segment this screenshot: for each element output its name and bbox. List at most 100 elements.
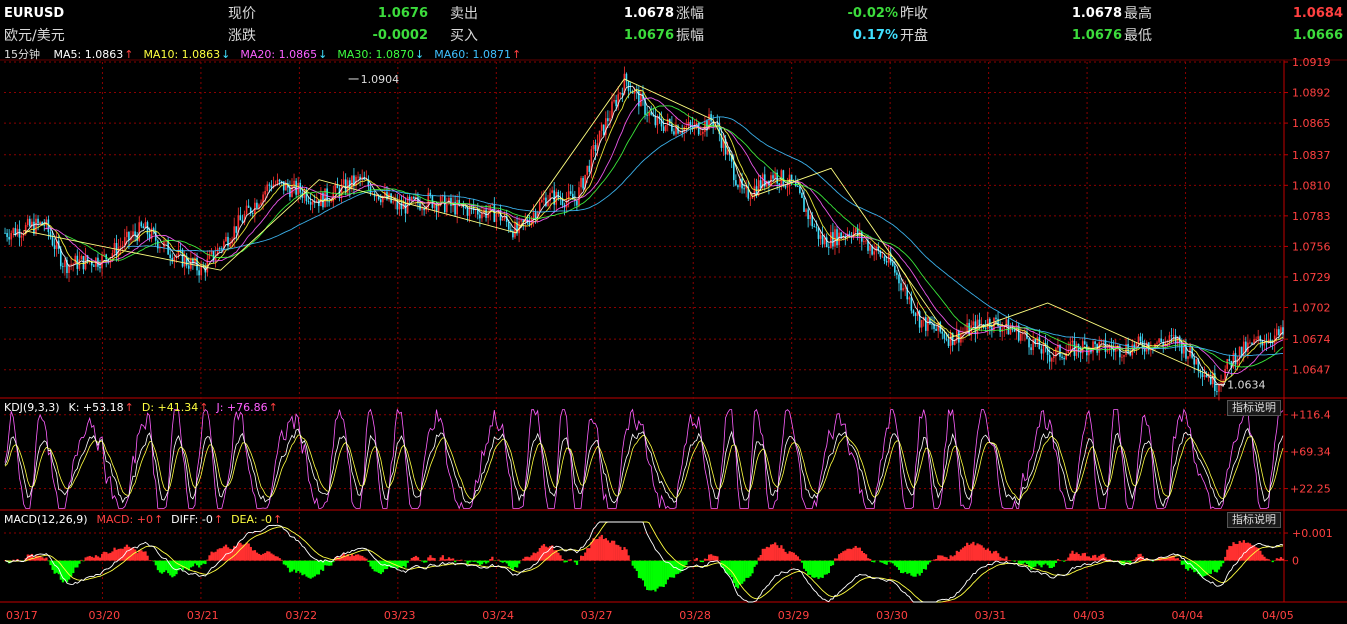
candle-body [569, 191, 572, 194]
macd-bar [274, 556, 277, 561]
candle-body [64, 260, 66, 268]
candle-body [320, 192, 322, 207]
candle-body [607, 118, 609, 122]
candle-body [1007, 319, 1010, 335]
candle-body [466, 207, 469, 216]
macd-bar [379, 560, 383, 575]
macd-legend: MACD(12,26,9) MACD: +0↑ DIFF: -0↑ DEA: -0↑ [4, 513, 290, 527]
macd-bar [365, 558, 368, 561]
macd-bar [994, 550, 998, 561]
macd-bar [935, 559, 938, 561]
macd-bar [272, 554, 275, 561]
macd-bar [687, 560, 690, 562]
macd-bar [1176, 558, 1179, 561]
kline-chart[interactable]: 1.0919 1.0892 1.0865 1.0837 1.0810 1.0783 1.07… [0, 0, 1347, 624]
candle-body [813, 226, 816, 228]
candle-body [142, 226, 145, 229]
macd-bar [268, 551, 271, 561]
macd-bar [656, 560, 659, 589]
macd-bar [1094, 554, 1097, 561]
macd-bar [644, 560, 647, 587]
candle-body [1063, 357, 1065, 360]
macd-bar [1263, 556, 1266, 561]
macd-help-button[interactable]: 指标说明 [1227, 512, 1281, 528]
macd-bar [600, 534, 603, 561]
macd-bar [738, 560, 742, 585]
candle-body [227, 236, 229, 247]
macd-bar [598, 536, 601, 561]
candle-body [1003, 327, 1006, 329]
candle-body [390, 193, 392, 203]
macd-bar [105, 552, 108, 561]
macd-bar [1236, 544, 1239, 561]
candle-body [1123, 354, 1125, 357]
kdj-help-button[interactable]: 指标说明 [1227, 400, 1281, 416]
candle-body [468, 205, 471, 216]
candle-body [1255, 339, 1257, 341]
candle-body [181, 249, 184, 267]
macd-bar [1056, 559, 1060, 561]
macd-bar [421, 560, 424, 562]
macd-bar [906, 560, 909, 574]
macd-bar [1044, 560, 1047, 564]
candle-body [8, 236, 10, 240]
candle-body [875, 246, 878, 252]
candle-body [307, 201, 310, 203]
macd-bar [266, 551, 269, 561]
arrow-up-icon: ↑ [153, 513, 164, 526]
macd-bar [1215, 560, 1219, 573]
macd-bar [1261, 554, 1264, 561]
macd-bar [778, 547, 781, 561]
macd-bar [584, 552, 587, 561]
macd-bar [590, 542, 593, 561]
macd-bar [685, 560, 688, 565]
candle-body [1168, 335, 1171, 341]
macd-bar [191, 560, 195, 567]
macd-bar [1077, 554, 1080, 561]
candle-body [615, 100, 617, 107]
macd-bar [976, 543, 979, 561]
macd-bar [499, 560, 502, 562]
candle-body [978, 319, 981, 325]
macd-bar [363, 557, 366, 561]
macd-bar [1234, 543, 1237, 561]
macd-bar [98, 557, 102, 561]
macd-bar [431, 557, 434, 561]
macd-bar [893, 560, 897, 566]
candle-body [6, 233, 8, 237]
candle-body [140, 222, 143, 227]
macd-bar [662, 560, 665, 588]
candle-body [809, 215, 811, 219]
macd-bar [672, 560, 676, 578]
macd-bar [957, 551, 961, 561]
macd-bar [301, 560, 304, 576]
candle-body [1265, 342, 1268, 344]
candle-body [819, 235, 822, 239]
macd-bar [786, 553, 789, 561]
candle-body [726, 150, 729, 155]
macd-bar [1180, 560, 1184, 565]
candle-body [1251, 342, 1253, 344]
macd-bar [1046, 560, 1049, 566]
candle-body [1240, 346, 1243, 356]
macd-bar [1098, 555, 1101, 561]
macd-bar [784, 551, 787, 561]
macd-bar [361, 555, 364, 561]
candle-body [673, 131, 675, 135]
candle-body [817, 227, 820, 239]
macd-bar [445, 559, 449, 561]
legend-text: D: +41.34 [141, 401, 199, 414]
candle-body [671, 123, 673, 132]
candle-body [896, 272, 898, 275]
macd-bar [212, 552, 215, 561]
candle-body [555, 191, 558, 205]
macd-bar [840, 552, 843, 561]
macd-bar [790, 551, 793, 561]
macd-bar [107, 553, 110, 561]
candle-body [935, 328, 937, 331]
macd-bar [881, 560, 884, 563]
macd-bar [354, 554, 358, 561]
macd-bar [889, 560, 892, 563]
macd-bar [565, 560, 568, 563]
candle-body [357, 176, 359, 178]
